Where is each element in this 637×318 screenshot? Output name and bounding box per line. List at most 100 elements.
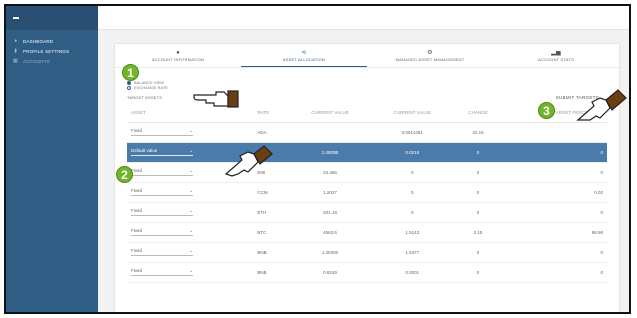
radio-dot[interactable] bbox=[127, 80, 131, 85]
asset-cell[interactable]: Fixed ⌄ bbox=[127, 222, 254, 243]
pointing-hand-icon bbox=[193, 90, 239, 108]
table-row[interactable]: Fixed ⌄ BTC 4563.6 1.5143 2.15 98.98 bbox=[127, 222, 607, 243]
chevron-down-icon: ⌄ bbox=[189, 248, 193, 253]
change-cell: 0 bbox=[453, 182, 503, 203]
asset-select-value: Fixed bbox=[131, 268, 143, 273]
asset-select[interactable]: Fixed ⌄ bbox=[131, 128, 193, 136]
tab-asset-allocation[interactable]: ⋖ ASSET ALLOCATION bbox=[241, 44, 367, 67]
rate-cell: BTC bbox=[253, 222, 289, 243]
tab-label: ASSET ALLOCATION bbox=[282, 56, 326, 62]
asset-cell[interactable]: Fixed ⌄ bbox=[127, 122, 254, 143]
target-percentage-cell[interactable]: 0 bbox=[502, 162, 607, 183]
value-cell: 4563.6 bbox=[288, 222, 372, 243]
table-body: Fixed ⌄ ADA 0.001428122.16 Default value ⌄ ADA… bbox=[127, 122, 607, 283]
change-cell: 0 bbox=[453, 142, 503, 163]
value-cell: 0 bbox=[371, 162, 454, 183]
value-cell: 0 bbox=[371, 202, 454, 223]
asset-select-value: Fixed bbox=[131, 128, 143, 133]
sidebar-item-profile-settings[interactable]: ⚷ PROFILE SETTINGS bbox=[6, 46, 98, 56]
table-row[interactable]: Fixed ⌄ ETH 201.18 0 0 0 bbox=[127, 202, 607, 223]
view-radio-group: BALANCE VIEW EXCHANGE RATE bbox=[127, 80, 168, 90]
asset-select[interactable]: Fixed ⌄ bbox=[131, 268, 193, 276]
sidebar-item-label: ACCOUNTS bbox=[23, 58, 50, 64]
table-row[interactable]: Default value⌄ADA2.4000B0.021500 bbox=[127, 142, 607, 163]
tab-managed-asset-management[interactable]: ⚙ MANAGED ASSET MANAGEMENT bbox=[367, 44, 493, 67]
chevron-down-icon: ⌄ bbox=[189, 168, 193, 173]
share-icon: ⋖ bbox=[301, 49, 307, 56]
value-cell: 0.0215 bbox=[371, 142, 454, 163]
content-card: ● ACCOUNT INFORMATION ⋖ ASSET ALLOCATION… bbox=[115, 44, 619, 312]
change-cell: 0 bbox=[453, 202, 503, 223]
asset-select-value: Default value bbox=[131, 148, 158, 153]
asset-select[interactable]: Fixed ⌄ bbox=[131, 168, 193, 176]
asset-select[interactable]: Fixed ⌄ bbox=[131, 188, 193, 196]
tab-label: ACCOUNT INFORMATION bbox=[151, 56, 205, 62]
target-percentage-cell[interactable]: 0 bbox=[502, 262, 607, 283]
change-cell: 0 bbox=[453, 262, 503, 283]
table-row[interactable]: Fixed ⌄ BNB 1.25200 1.5477 0 0 bbox=[127, 242, 607, 263]
asset-select-value: Fixed bbox=[131, 188, 143, 193]
asset-cell[interactable]: Fixed ⌄ bbox=[127, 182, 254, 203]
value-cell: 2.4000B bbox=[288, 142, 372, 163]
asset-cell[interactable]: Fixed ⌄ bbox=[127, 202, 254, 223]
tab-account-information[interactable]: ● ACCOUNT INFORMATION bbox=[115, 44, 241, 67]
value-cell: 0.0001 bbox=[371, 262, 454, 283]
target-percentage-cell[interactable]: 0 bbox=[502, 202, 607, 223]
target-percentage-cell[interactable]: 0 bbox=[502, 242, 607, 263]
pointing-hand-icon bbox=[224, 145, 273, 177]
value-cell: 1.5477 bbox=[371, 242, 454, 263]
value-cell bbox=[288, 122, 372, 143]
sidebar: ◑ DASHBOARD ⚷ PROFILE SETTINGS ▦ ACCOUNT… bbox=[6, 6, 98, 312]
step-badge-1: 1 bbox=[122, 64, 139, 81]
table-row[interactable]: Fixed ⌄ CCM 1.2037 0 0 0.02 bbox=[127, 182, 607, 203]
radio-exchange-rate[interactable]: EXCHANGE RATE bbox=[127, 85, 168, 90]
table-row[interactable]: Fixed ⌄ ADA 0.0014281 22.16 bbox=[127, 122, 607, 143]
chevron-down-icon: ⌄ bbox=[189, 188, 193, 193]
value-cell: 0.0014281 bbox=[371, 122, 454, 143]
sidebar-item-label: PROFILE SETTINGS bbox=[23, 48, 70, 54]
menu-icon[interactable] bbox=[13, 17, 19, 19]
value-cell: 201.18 bbox=[288, 202, 372, 223]
asset-cell[interactable]: Fixed ⌄ bbox=[127, 242, 254, 263]
chevron-down-icon: ⌄ bbox=[189, 128, 193, 133]
value-cell: 1.2037 bbox=[288, 182, 372, 203]
target-percentage-cell[interactable]: 0 bbox=[502, 142, 607, 163]
column-header: RATE bbox=[253, 104, 289, 123]
column-header: CHANGE bbox=[453, 104, 503, 123]
change-cell: 0 bbox=[453, 242, 503, 263]
asset-table: ASSET RATE CURRENT VALUE CURRENT VALUE C… bbox=[127, 104, 607, 283]
target-percentage-cell[interactable] bbox=[502, 122, 607, 143]
rate-cell: BNB bbox=[253, 242, 289, 263]
change-cell: 22.16 bbox=[453, 122, 503, 143]
radio-label: EXCHANGE RATE bbox=[134, 85, 168, 90]
key-icon: ⚷ bbox=[13, 48, 18, 54]
asset-select[interactable]: Fixed ⌄ bbox=[131, 248, 193, 256]
target-percentage-cell[interactable]: 0.02 bbox=[502, 182, 607, 203]
sidebar-item-label: DASHBOARD bbox=[23, 38, 54, 44]
step-badge-2: 2 bbox=[116, 166, 133, 183]
asset-cell[interactable]: Fixed ⌄ bbox=[127, 262, 254, 283]
chevron-down-icon: ⌄ bbox=[189, 228, 193, 233]
value-cell: 0.8249 bbox=[288, 262, 372, 283]
chevron-down-icon: ⌄ bbox=[189, 208, 193, 213]
chevron-down-icon: ⌄ bbox=[189, 148, 193, 153]
asset-select[interactable]: Fixed ⌄ bbox=[131, 208, 193, 216]
table-row[interactable]: Fixed ⌄ BNB 0.8249 0.0001 0 0 bbox=[127, 262, 607, 283]
sidebar-item-dashboard[interactable]: ◑ DASHBOARD bbox=[6, 36, 98, 46]
tab-account-stats[interactable]: ▂▅ ACCOUNT STATS bbox=[493, 44, 619, 67]
value-cell: 1.5143 bbox=[371, 222, 454, 243]
dashboard-icon: ◑ bbox=[13, 38, 18, 44]
asset-select[interactable]: Default value ⌄ bbox=[131, 148, 193, 156]
change-cell: 2.15 bbox=[453, 222, 503, 243]
pointing-hand-icon bbox=[576, 89, 627, 121]
table-row[interactable]: Fixed ⌄ EMI 24.366 0 0 0 bbox=[127, 162, 607, 183]
grid-icon: ▦ bbox=[13, 58, 18, 64]
radio-dot[interactable] bbox=[127, 85, 131, 90]
target-percentage-cell[interactable]: 98.98 bbox=[502, 222, 607, 243]
sidebar-item-accounts[interactable]: ▦ ACCOUNTS bbox=[6, 56, 98, 66]
asset-select-value: Fixed bbox=[131, 248, 143, 253]
chevron-down-icon: ⌄ bbox=[189, 268, 193, 273]
sidebar-header bbox=[6, 6, 98, 30]
asset-select-value: Fixed bbox=[131, 208, 143, 213]
asset-select[interactable]: Fixed ⌄ bbox=[131, 228, 193, 236]
